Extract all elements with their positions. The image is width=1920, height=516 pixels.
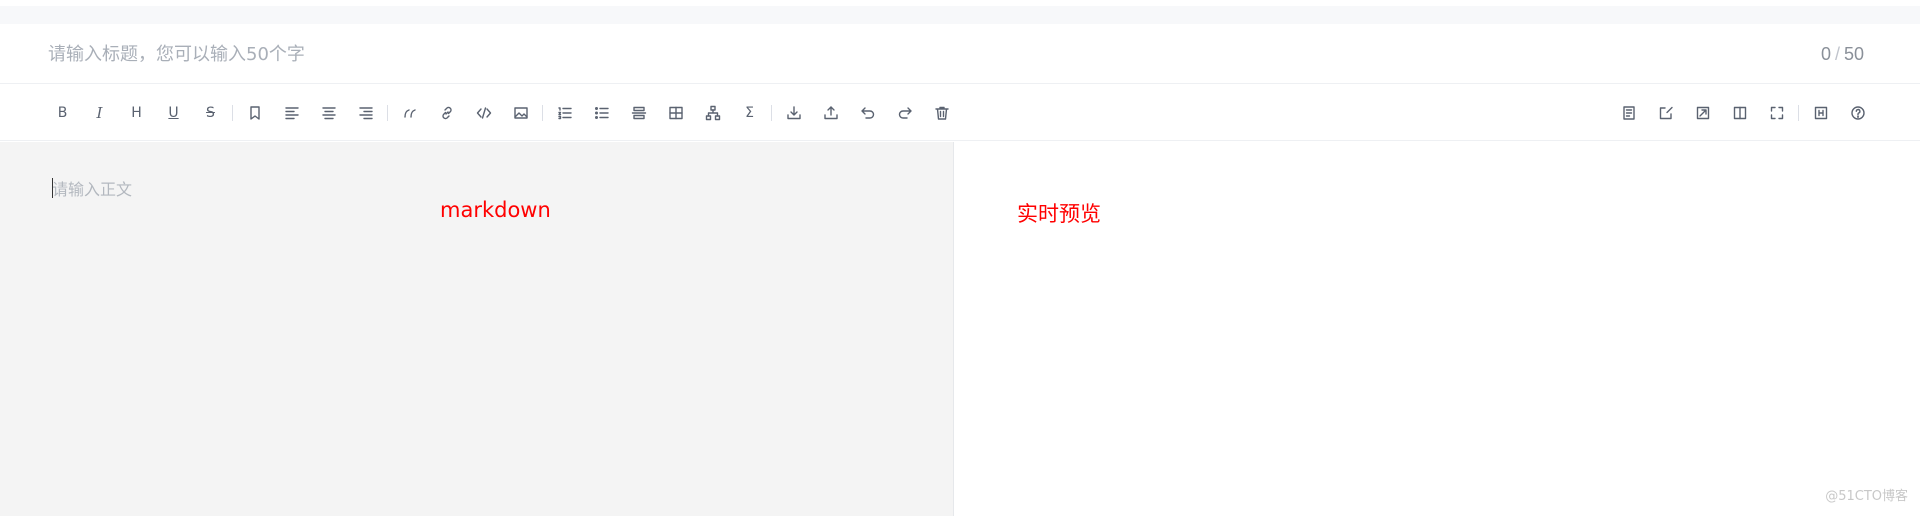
counter-separator: /: [1834, 44, 1840, 64]
unordered-list-icon: [594, 107, 609, 119]
top-strip: [0, 0, 1920, 24]
markdown-toolbar: B I H U S Σ: [0, 85, 1920, 141]
split-view-icon: [1733, 106, 1746, 120]
strikethrough-icon: S: [206, 105, 215, 121]
upload-icon: [823, 106, 838, 120]
align-left-icon: [284, 107, 299, 120]
clear-button[interactable]: [923, 97, 960, 129]
align-right-icon: [358, 107, 373, 120]
redo-button[interactable]: [886, 97, 923, 129]
help-icon: [1850, 106, 1865, 120]
align-center-icon: [321, 107, 336, 120]
bold-button[interactable]: B: [44, 97, 81, 129]
ordered-list-icon: [557, 107, 572, 120]
link-icon: [441, 106, 452, 120]
undo-icon: [860, 107, 874, 119]
download-icon: [786, 106, 801, 120]
underline-icon: U: [168, 105, 179, 121]
split-view-button[interactable]: [1721, 97, 1758, 129]
diagram-icon: [705, 105, 720, 121]
toolbar-divider: [542, 105, 543, 121]
counter-current: 0: [1820, 44, 1831, 64]
edit-toggle-button[interactable]: [1647, 97, 1684, 129]
toolbar-left-group: B I H U S Σ: [44, 85, 960, 141]
quote-icon: [403, 109, 416, 118]
ordered-list-button[interactable]: [546, 97, 583, 129]
edit-only-button[interactable]: [1610, 97, 1647, 129]
markdown-body-input[interactable]: [52, 176, 932, 496]
preview-only-button[interactable]: [1684, 97, 1721, 129]
heading-button[interactable]: H: [118, 97, 155, 129]
title-char-counter: 0/50: [1821, 44, 1864, 65]
toolbar-divider: [1798, 105, 1799, 121]
divider-icon: [631, 106, 646, 120]
undo-button[interactable]: [849, 97, 886, 129]
upload-button[interactable]: [812, 97, 849, 129]
preview-only-icon: [1696, 106, 1709, 120]
align-left-button[interactable]: [273, 97, 310, 129]
image-button[interactable]: [502, 97, 539, 129]
heading-nav-button[interactable]: [1802, 97, 1839, 129]
download-button[interactable]: [775, 97, 812, 129]
toolbar-divider: [387, 105, 388, 121]
heading-icon: H: [131, 105, 142, 121]
watermark: @51CTO博客: [1825, 489, 1908, 504]
title-input[interactable]: [48, 36, 1748, 72]
formula-icon: Σ: [745, 105, 754, 121]
image-icon: [513, 107, 528, 119]
counter-max: 50: [1843, 44, 1864, 64]
quote-button[interactable]: [391, 97, 428, 129]
italic-icon: I: [96, 104, 103, 122]
top-band: [0, 6, 1920, 24]
link-button[interactable]: [428, 97, 465, 129]
code-button[interactable]: [465, 97, 502, 129]
help-button[interactable]: [1839, 97, 1876, 129]
edit-only-icon: [1622, 106, 1635, 120]
title-row: 0/50: [0, 24, 1920, 84]
fullscreen-button[interactable]: [1758, 97, 1795, 129]
toolbar-right-group: [1610, 85, 1876, 141]
unordered-list-button[interactable]: [583, 97, 620, 129]
divider-button[interactable]: [620, 97, 657, 129]
heading-nav-icon: [1814, 106, 1827, 120]
text-caret: [52, 178, 53, 198]
editor-annotation: markdown: [440, 198, 551, 222]
bookmark-icon: [249, 106, 260, 120]
toolbar-divider: [771, 105, 772, 121]
fullscreen-icon: [1770, 106, 1783, 120]
trash-icon: [934, 106, 949, 120]
strikethrough-button[interactable]: S: [192, 97, 229, 129]
diagram-button[interactable]: [694, 97, 731, 129]
toolbar-divider: [232, 105, 233, 121]
redo-icon: [898, 107, 912, 119]
bookmark-button[interactable]: [236, 97, 273, 129]
formula-button[interactable]: Σ: [731, 97, 768, 129]
code-icon: [476, 107, 491, 119]
table-icon: [668, 106, 683, 120]
bold-icon: B: [57, 105, 68, 121]
markdown-editor-pane: markdown: [0, 142, 954, 516]
align-right-button[interactable]: [347, 97, 384, 129]
edit-toggle-icon: [1659, 106, 1673, 120]
align-center-button[interactable]: [310, 97, 347, 129]
table-button[interactable]: [657, 97, 694, 129]
live-preview-pane: 实时预览: [955, 142, 1920, 516]
preview-annotation: 实时预览: [1017, 202, 1101, 226]
underline-button[interactable]: U: [155, 97, 192, 129]
italic-button[interactable]: I: [81, 97, 118, 129]
